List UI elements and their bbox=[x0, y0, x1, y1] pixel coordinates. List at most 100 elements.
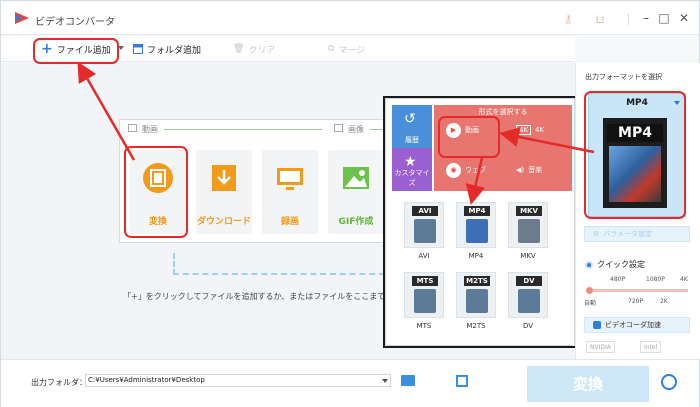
output-path-field[interactable]: C:¥Users¥Administrator¥Desktop bbox=[85, 374, 391, 387]
slider-tick-label: 4K bbox=[680, 276, 688, 283]
format-name: MKV bbox=[520, 252, 536, 260]
sliders-icon: ⚙ bbox=[593, 230, 600, 238]
window-title: ビデオコンバータ bbox=[35, 17, 115, 28]
format-box-label: DV bbox=[516, 276, 542, 286]
format-box: M2TS bbox=[456, 272, 496, 318]
format-name: MP4 bbox=[468, 252, 484, 260]
key-icon[interactable]: ⚷ bbox=[561, 12, 575, 26]
film-reel-icon bbox=[414, 219, 436, 243]
history-tab-label: 履歴 bbox=[405, 136, 419, 144]
format-box: MKV bbox=[508, 202, 548, 248]
format-name: MTS bbox=[416, 322, 432, 330]
format-avi[interactable]: AVI AVI bbox=[400, 202, 448, 264]
merge-label: マージ bbox=[338, 45, 366, 56]
gif-image-icon bbox=[343, 167, 369, 189]
record-function-label: 録画 bbox=[280, 217, 299, 227]
hardware-accel-button[interactable]: ビデオコーダ加速 bbox=[584, 317, 690, 333]
merge-icon: ⧉ bbox=[328, 44, 335, 54]
download-function-label: ダウンロード bbox=[196, 217, 251, 227]
chip-icon bbox=[593, 321, 601, 329]
format-mts[interactable]: MTS MTS bbox=[400, 272, 448, 334]
category-web[interactable]: ◉ ウェブ bbox=[446, 159, 486, 181]
format-box: MTS bbox=[404, 272, 444, 318]
parameter-settings-button[interactable]: ⚙ パラメータ設定 bbox=[584, 226, 690, 242]
category-web-label: ウェブ bbox=[465, 166, 486, 174]
format-box: DV bbox=[508, 272, 548, 318]
format-mp4[interactable]: MP4 MP4 bbox=[452, 202, 500, 264]
gif-function-card[interactable]: GIF作成 bbox=[328, 150, 384, 234]
slider-tick-label: 720P bbox=[628, 298, 644, 305]
convert-button[interactable]: 変換 bbox=[527, 366, 649, 402]
image-section-icon bbox=[334, 124, 343, 132]
merge-button[interactable]: ⧉ マージ bbox=[328, 42, 365, 56]
category-music-label: 音楽 bbox=[528, 166, 543, 174]
app-logo-icon bbox=[15, 12, 29, 24]
output-format-title: 出力フォーマットを選択 bbox=[585, 73, 662, 81]
format-box-label: AVI bbox=[412, 206, 438, 216]
chevron-down-icon[interactable] bbox=[382, 379, 388, 383]
annotation-highlight bbox=[124, 146, 188, 238]
category-4k[interactable]: 4K 4K bbox=[516, 119, 544, 141]
cart-icon[interactable]: ⊔ bbox=[593, 12, 607, 26]
customize-tab-label: カスタマイズ bbox=[394, 169, 430, 187]
speaker-icon: ◀) bbox=[516, 166, 525, 174]
history-tab[interactable]: ↺ 履歴 bbox=[392, 105, 432, 148]
clear-label: クリア bbox=[248, 45, 276, 56]
record-function-card[interactable]: 録画 bbox=[262, 150, 318, 234]
category-music[interactable]: ◀) 音楽 bbox=[516, 159, 542, 181]
download-icon bbox=[212, 165, 236, 191]
film-reel-icon bbox=[466, 289, 488, 313]
maximize-icon[interactable]: □ bbox=[657, 11, 671, 25]
slider-tick-label: 2K bbox=[660, 298, 668, 305]
hardware-accel-label: ビデオコーダ加速 bbox=[605, 321, 661, 329]
popup-side-tabs: ↺ 履歴 ★ カスタマイズ bbox=[392, 105, 432, 191]
annotation-highlight bbox=[438, 116, 500, 158]
format-box: AVI bbox=[404, 202, 444, 248]
format-mkv[interactable]: MKV MKV bbox=[504, 202, 552, 264]
clear-button[interactable]: 🗑 クリア bbox=[233, 42, 275, 56]
minimize-icon[interactable]: – bbox=[639, 11, 653, 25]
alarm-clock-icon[interactable] bbox=[661, 374, 677, 390]
trash-icon: 🗑 bbox=[233, 44, 245, 54]
download-function-card[interactable]: ダウンロード bbox=[196, 150, 252, 234]
film-reel-icon bbox=[466, 219, 488, 243]
quick-setting-label: クイック設定 bbox=[597, 260, 645, 269]
section-video-label: 動画 bbox=[142, 125, 158, 134]
parameter-settings-label: パラメータ設定 bbox=[603, 230, 653, 238]
film-reel-icon bbox=[518, 289, 540, 313]
format-box-label: M2TS bbox=[464, 276, 490, 286]
nvidia-badge: NVIDIA bbox=[586, 341, 615, 353]
annotation-highlight bbox=[33, 38, 119, 64]
close-icon[interactable]: ✕ bbox=[677, 11, 691, 25]
format-box-label: MP4 bbox=[464, 206, 490, 216]
format-m2ts[interactable]: M2TS M2TS bbox=[452, 272, 500, 334]
section-image-label: 画像 bbox=[348, 125, 364, 134]
drop-zone-border bbox=[173, 253, 385, 275]
format-box: MP4 bbox=[456, 202, 496, 248]
format-dv[interactable]: DV DV bbox=[504, 272, 552, 334]
title-bar: ビデオコンバータ ⚷ ⊔ – □ ✕ bbox=[1, 1, 699, 35]
format-name: AVI bbox=[418, 252, 430, 260]
history-icon: ↺ bbox=[404, 111, 416, 127]
slider-thumb[interactable] bbox=[586, 287, 593, 294]
video-section-icon bbox=[128, 124, 137, 132]
section-divider bbox=[164, 129, 322, 130]
add-folder-button[interactable]: フォルダ追加 bbox=[133, 42, 201, 56]
quick-setting-dot-icon bbox=[585, 260, 593, 269]
folder-add-icon bbox=[133, 44, 143, 54]
film-reel-icon bbox=[518, 219, 540, 243]
titlebar-divider bbox=[628, 13, 629, 25]
quick-setting-header: クイック設定 bbox=[585, 259, 645, 270]
category-4k-label: 4K bbox=[535, 126, 545, 134]
customize-tab[interactable]: ★ カスタマイズ bbox=[392, 148, 432, 191]
annotation-highlight bbox=[584, 91, 686, 219]
drop-hint-text: 「+」をクリックしてファイルを追加するか、またはファイルをここまで bbox=[123, 292, 386, 301]
screen-record-icon bbox=[277, 168, 303, 190]
open-folder-icon[interactable] bbox=[401, 375, 415, 386]
export-icon[interactable] bbox=[456, 375, 468, 387]
gif-function-label: GIF作成 bbox=[338, 217, 374, 227]
4k-icon: 4K bbox=[516, 125, 532, 135]
format-name: DV bbox=[522, 322, 534, 330]
quality-slider[interactable] bbox=[586, 287, 688, 294]
intel-badge: Intel bbox=[640, 341, 662, 353]
